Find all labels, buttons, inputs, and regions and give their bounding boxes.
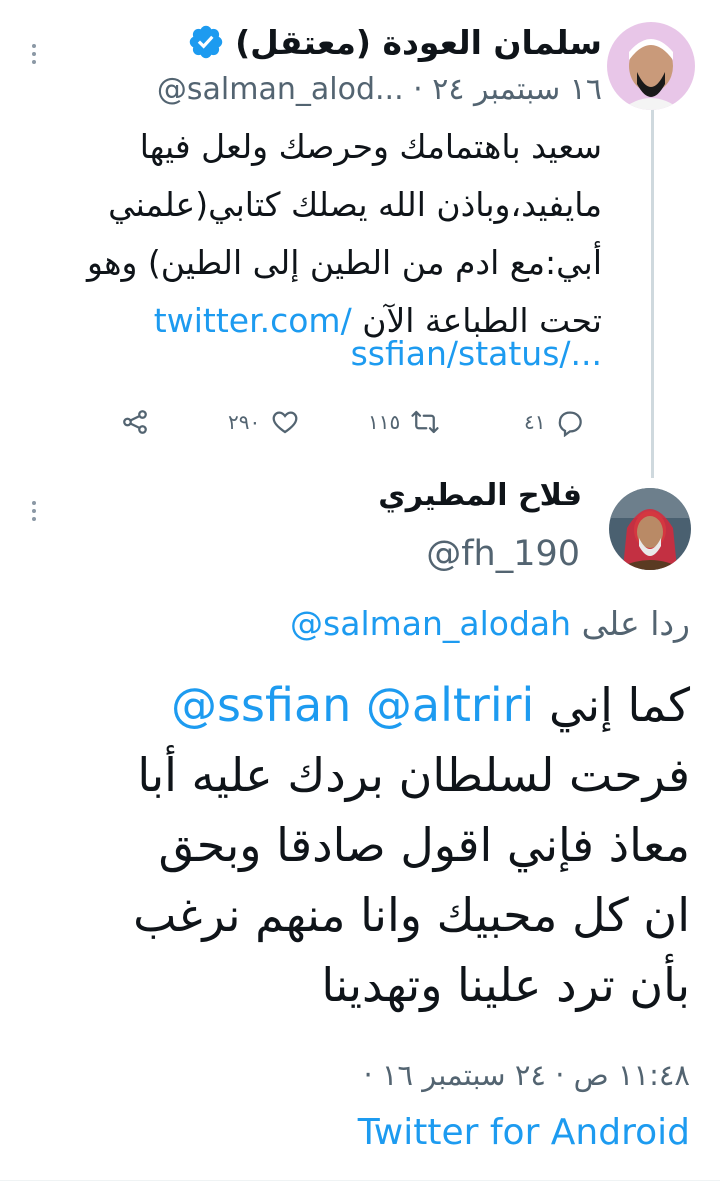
tweet1-header: سلمان العودة (معتقل) <box>187 18 602 66</box>
tweet2-handle[interactable]: @fh_190 <box>426 534 580 574</box>
tweet1-text-line: أبي:مع ادم من الطين إلى الطين) وهو <box>87 243 602 282</box>
tweet1-link[interactable]: twitter.com/ <box>154 301 352 340</box>
verified-badge-icon <box>189 25 223 59</box>
tweet1-text-line: سعيد باهتمامك وحرصك ولعل فيها <box>139 127 602 166</box>
reply-prefix: ردا على <box>581 604 690 643</box>
tweet2-author-name[interactable]: فلاح المطيري <box>378 478 582 513</box>
tweet1-date[interactable]: ١٦ سبتمبر ٢٤ <box>432 72 602 107</box>
tweet2-text-line: بأن ترد علينا وتهدينا <box>321 958 690 1012</box>
avatar-falah-almutairi[interactable] <box>609 488 691 570</box>
tweet1-separator: · <box>413 72 423 107</box>
retweet-count: ١١٥ <box>368 410 401 434</box>
tweet2-text-first: كما إني <box>548 678 690 732</box>
share-icon <box>123 410 147 434</box>
tweet1-more-icon[interactable] <box>31 44 37 64</box>
tweet2-text-line: كما إني @ssfian @altriri <box>25 670 690 740</box>
tweet1-meta: ١٦ سبتمبر ٢٤ · @salman_alod... <box>157 72 602 107</box>
tweet1-action-bar: ٤١ ١١٥ ٢٩٠ <box>120 402 600 442</box>
retweet-icon <box>411 410 439 434</box>
like-icon <box>272 411 298 434</box>
tweet2-text-line: معاذ فإني اقول صادقا وبحق <box>158 818 690 872</box>
like-button[interactable]: ٢٩٠ <box>228 402 300 442</box>
tweet2-text-line: فرحت لسلطان بردك عليه أبا <box>137 748 690 802</box>
thread-connector-line <box>651 108 654 478</box>
tweet2-timestamp[interactable]: ١١:٤٨ ص · ٢٤ سبتمبر ١٦ · <box>363 1058 690 1092</box>
tweet2-text: كما إني @ssfian @altriri فرحت لسلطان برد… <box>25 670 690 1020</box>
reply-to-handle[interactable]: @salman_alodah <box>290 604 571 643</box>
tweet2-mentions[interactable]: @ssfian @altriri <box>171 678 534 732</box>
tweet2-text-line: ان كل محبيك وانا منهم نرغب <box>133 888 690 942</box>
reply-icon <box>559 411 583 437</box>
retweet-button[interactable]: ١١٥ <box>368 402 440 442</box>
tweet2-more-icon[interactable] <box>31 501 37 521</box>
share-button[interactable] <box>120 402 150 442</box>
like-count: ٢٩٠ <box>228 410 261 434</box>
divider <box>0 1180 720 1181</box>
reply-button[interactable]: ٤١ <box>524 402 585 442</box>
tweet2-source[interactable]: Twitter for Android <box>358 1112 690 1153</box>
tweet1-text-line: مايفيد،وباذن الله يصلك كتابي(علمني <box>108 185 602 224</box>
tweet1-link-continued[interactable]: ssfian/status/... <box>351 334 602 373</box>
tweet1-author-name[interactable]: سلمان العودة (معتقل) <box>235 23 602 62</box>
reply-count: ٤١ <box>524 410 546 434</box>
avatar-salman-alodah[interactable] <box>607 22 695 110</box>
tweet1-text: سعيد باهتمامك وحرصك ولعل فيها مايفيد،وبا… <box>42 118 602 350</box>
tweet1-handle[interactable]: @salman_alod... <box>157 72 404 107</box>
replying-to: ردا على @salman_alodah <box>290 604 690 643</box>
